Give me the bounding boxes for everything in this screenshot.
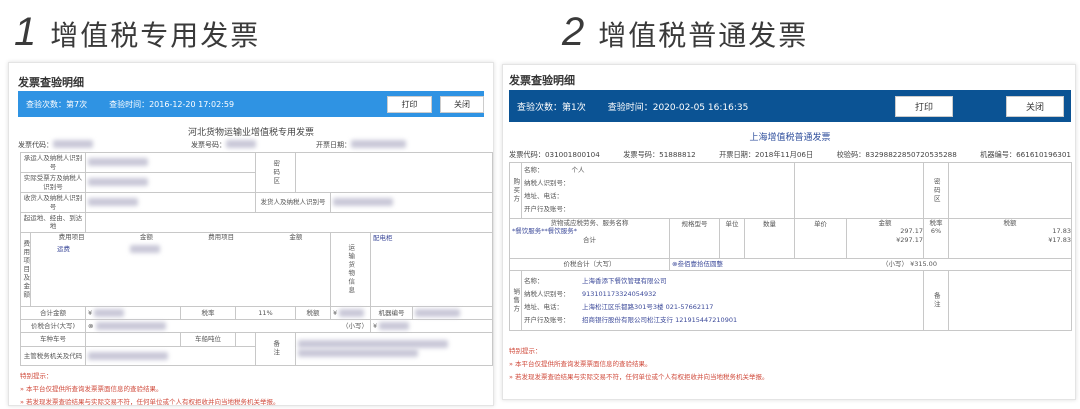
invoice-title: 上海增值税普通发票 xyxy=(749,133,831,143)
heading-special-invoice: 1 增值税专用发票 xyxy=(14,10,260,55)
check-time: 查验时间：2020-02-05 16:16:35 xyxy=(607,102,749,113)
panel-title: 发票查验明细 xyxy=(509,74,575,87)
invoice-code: 发票代码：031001800104 xyxy=(509,150,600,159)
close-button[interactable]: 关闭 xyxy=(440,96,484,113)
seller-address: 上海松江区乐都路301号3楼 021-57662117 xyxy=(582,302,714,311)
seller-label: 销售方 xyxy=(509,270,522,331)
buyer-name: 个人 xyxy=(571,166,585,174)
invoice-number: 发票号码：51888812 xyxy=(623,150,696,159)
check-code: 校验码：83298822850720535288 xyxy=(836,150,957,159)
invoice-info-row: 发票代码：031001800104 发票号码：51888812 开票日期：201… xyxy=(509,150,1071,160)
check-time: 查验时间：2016-12-20 17:02:59 xyxy=(109,99,235,109)
total-lower: ¥315.00 xyxy=(910,260,937,269)
machine-number: 机器编号：661610196301 xyxy=(980,150,1071,159)
special-tips: 特别提示： » 本平台仅提供所查询发票票面信息的查验结果。 » 若发现发票查验结… xyxy=(20,372,280,406)
seller-taxid: 913101173324054932 xyxy=(582,289,657,298)
normal-invoice-table: 购买方 名称： 个人 纳税人识别号： 地址、电话： 开户行及账号： 密码区 货物或… xyxy=(509,162,1072,331)
seller-name: 上海香添下餐饮管理有限公司 xyxy=(582,276,667,285)
heading-number: 2 xyxy=(562,10,585,54)
print-button[interactable]: 打印 xyxy=(387,96,432,113)
buyer-label: 购买方 xyxy=(509,162,522,219)
close-button[interactable]: 关闭 xyxy=(1006,96,1064,117)
check-count: 查验次数：第1次 xyxy=(517,102,586,113)
fee-item: 运费 xyxy=(57,245,70,254)
check-info-bar: 查验次数：第1次 查验时间：2020-02-05 16:16:35 xyxy=(509,90,1071,122)
total-upper: ⊗叁佰壹拾伍圆整 xyxy=(672,260,723,269)
invoice-number-label: 发票号码： xyxy=(191,141,226,149)
invoice-date: 开票日期：2018年11月06日 xyxy=(719,150,814,159)
goods-rows: 货物或应税劳务、服务名称 *餐饮服务**餐饮服务* 合计 规格型号 单位 数量 单价… xyxy=(509,218,1072,259)
normal-tips: 特别提示： » 本平台仅提供所查询发票票面信息的查验结果。 » 若发现发票查验结… xyxy=(509,347,769,381)
print-button[interactable]: 打印 xyxy=(895,96,953,117)
heading-number: 1 xyxy=(14,10,37,54)
heading-normal-invoice: 2 增值税普通发票 xyxy=(562,10,808,55)
check-count: 查验次数：第7次 xyxy=(26,99,88,109)
special-invoice-table: 承运人及纳税人识别号 密码区 实际受票方及纳税人识别号 收货人及纳税人识别号 发货人… xyxy=(20,152,493,366)
invoice-info-row: 发票代码： 发票号码： 开票日期： xyxy=(18,140,406,150)
invoice-code-label: 发票代码： xyxy=(18,141,53,149)
heading-text: 增值税普通发票 xyxy=(598,19,809,52)
panel-title: 发票查验明细 xyxy=(18,76,84,89)
invoice-date-label: 开票日期： xyxy=(316,141,351,149)
seller-bank: 招商银行股份有限公司松江支行 121915447210901 xyxy=(582,315,738,324)
heading-text: 增值税专用发票 xyxy=(50,19,261,52)
invoice-title: 河北货物运输业增值税专用发票 xyxy=(187,128,314,138)
